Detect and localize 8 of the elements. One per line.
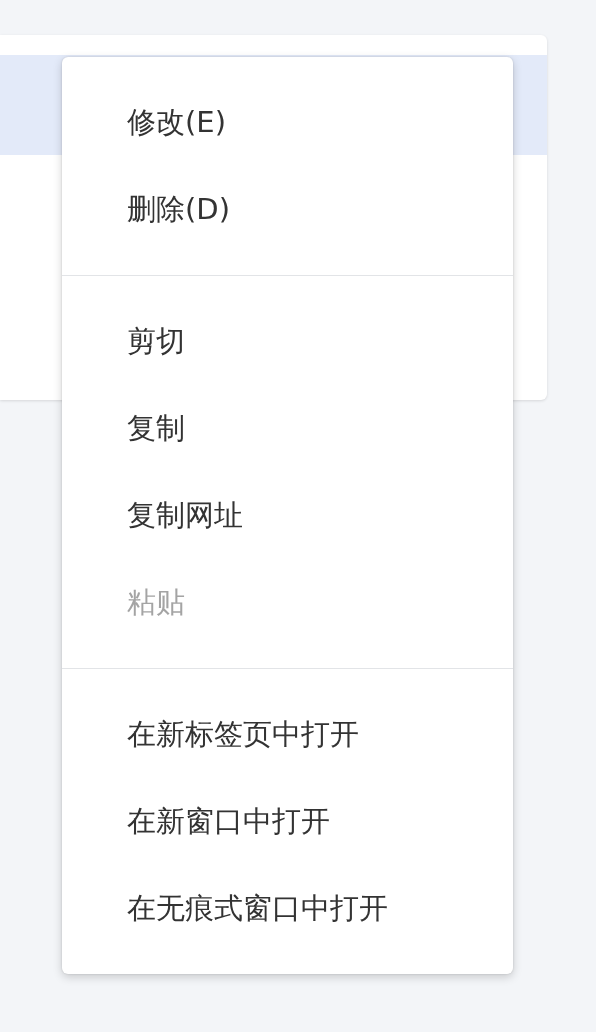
menu-item[interactable]: 在新标签页中打开 <box>62 691 513 778</box>
menu-item[interactable]: 复制 <box>62 385 513 472</box>
menu-item[interactable]: 在新窗口中打开 <box>62 778 513 865</box>
menu-item[interactable]: 删除(D) <box>62 166 513 253</box>
menu-item[interactable]: 剪切 <box>62 298 513 385</box>
menu-item[interactable]: 在无痕式窗口中打开 <box>62 865 513 952</box>
menu-item[interactable]: 复制网址 <box>62 472 513 559</box>
menu-item[interactable]: 修改(E) <box>62 79 513 166</box>
